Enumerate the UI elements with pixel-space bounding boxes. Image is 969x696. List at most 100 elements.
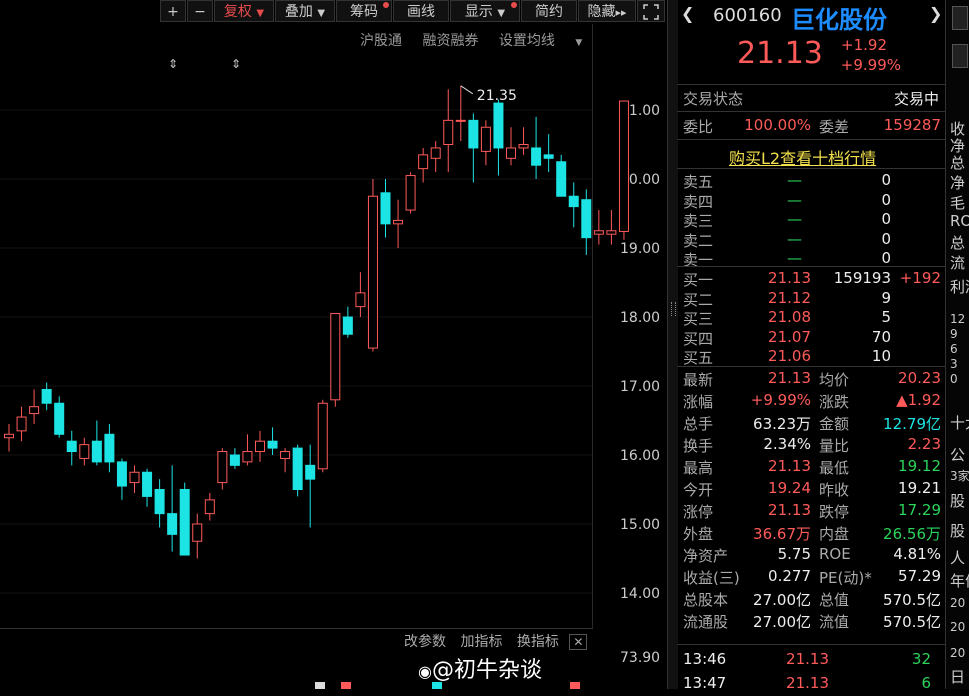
- level-price: 21.06: [768, 347, 811, 365]
- stat-value: 19.24: [768, 479, 811, 497]
- watermark-text: @初牛杂谈: [431, 658, 542, 683]
- stat-value: 2.34%: [763, 435, 811, 453]
- jianyue-button[interactable]: 简约: [521, 0, 577, 22]
- side-button[interactable]: [952, 6, 968, 30]
- weicha-value: 159287: [883, 116, 941, 134]
- stat-value: 26.56万: [883, 525, 941, 543]
- diejia-dropdown[interactable]: 叠加 ▼: [275, 0, 335, 22]
- candle-body: [506, 147, 516, 159]
- candle-body: [393, 219, 404, 225]
- level-price: —: [787, 229, 802, 248]
- stat-row: 涨幅 +9.99% 涨跌 ▲1.92: [677, 391, 945, 413]
- diejia-label: 叠加: [284, 4, 313, 20]
- stat-row: 净资产 5.75 ROE 4.81%: [677, 545, 945, 567]
- tick-volume: 32: [911, 650, 931, 668]
- level-label: 卖三: [683, 212, 714, 230]
- caret-down-icon: ▼: [317, 8, 326, 19]
- volume-bar: [315, 682, 325, 689]
- zoom-out-button[interactable]: −: [187, 0, 213, 22]
- candle-body: [116, 461, 127, 487]
- candle-body: [66, 440, 77, 453]
- candle-body: [380, 192, 391, 225]
- candle-body: [167, 513, 178, 535]
- level-price: —: [787, 249, 802, 267]
- notification-dot-icon: [383, 2, 389, 8]
- stat-value: 63.23万: [753, 415, 811, 433]
- yincang-button[interactable]: 隐藏▸▸: [578, 0, 636, 22]
- candle-body: [104, 433, 115, 463]
- watermark: ◉@初牛杂谈: [418, 652, 542, 684]
- stat-value: ▲1.92: [896, 391, 941, 409]
- tick-time: 13:46: [683, 650, 727, 668]
- change-params-button[interactable]: 改参数: [404, 634, 446, 650]
- stat-label: 最高: [683, 459, 714, 477]
- huaxian-button[interactable]: 画线: [393, 0, 449, 22]
- xianshi-dropdown[interactable]: 显示 ▼: [450, 0, 520, 22]
- stat-value: 570.5亿: [883, 591, 941, 609]
- zoom-in-button[interactable]: +: [160, 0, 186, 22]
- stat-label: 收益(三): [683, 569, 740, 587]
- double-arrow-icon: ▸▸: [615, 6, 627, 19]
- weibi-value: 100.00%: [744, 116, 811, 134]
- candle-body: [405, 175, 416, 211]
- y-tick-label: 16.00: [620, 448, 660, 464]
- prev-stock-icon[interactable]: ❮: [681, 4, 694, 23]
- status-label: 交易状态: [683, 90, 744, 108]
- y-tick-label: 18.00: [620, 310, 660, 326]
- divider: [677, 139, 945, 140]
- tick-price: 21.13: [786, 650, 829, 668]
- y-tick-label: 17.00: [620, 379, 660, 395]
- fuquan-dropdown[interactable]: 复权 ▼: [214, 0, 274, 22]
- kline-chart-area[interactable]: 21.00 20.00 19.00 18.00 17.00 16.00 15.00 14.00…: [0, 24, 667, 689]
- candle-body: [229, 454, 240, 466]
- indicator-bar: 改参数 加指标 换指标 ✕: [404, 631, 588, 651]
- candle-body: [41, 388, 52, 404]
- candle-body: [367, 195, 378, 349]
- candle-body: [4, 433, 14, 439]
- chouma-button[interactable]: 筹码: [336, 0, 392, 22]
- add-indicator-button[interactable]: 加指标: [460, 634, 502, 650]
- side-strip-item: 日: [950, 668, 966, 686]
- candlestick-chart[interactable]: 21.0020.0019.0018.0017.0016.0015.0014.00…: [0, 24, 667, 689]
- level-price: 21.12: [768, 288, 811, 307]
- tick-price: 21.13: [786, 674, 829, 692]
- side-strip-item: RO: [950, 212, 969, 230]
- tick-row: 13:47 21.13 6: [677, 674, 945, 696]
- side-strip-item: 6: [950, 342, 958, 356]
- side-button[interactable]: [952, 44, 968, 68]
- stat-label: 今开: [683, 481, 714, 499]
- stat-value: 570.5亿: [883, 613, 941, 631]
- switch-indicator-button[interactable]: 换指标: [517, 634, 559, 650]
- candle-body: [342, 316, 353, 335]
- stat-value: 20.23: [898, 369, 941, 387]
- last-price: 21.13: [737, 36, 823, 71]
- candle-body: [280, 451, 291, 459]
- candle-body: [305, 464, 316, 480]
- fullscreen-icon[interactable]: [637, 0, 665, 22]
- quote-panel: ❮ 600160 巨化股份 ❯ 21.13 +1.92 +9.99% 交易状态 …: [677, 0, 945, 692]
- stat-label: 最新: [683, 371, 714, 389]
- l2-upgrade-link[interactable]: 购买L2查看十档行情: [729, 145, 876, 169]
- stat-label: 净资产: [683, 547, 729, 565]
- side-strip-item: 20: [950, 596, 966, 610]
- side-strip-item: 人: [950, 549, 966, 567]
- level-price: —: [787, 171, 802, 189]
- level-label: 卖二: [683, 231, 714, 250]
- level-label: 卖五: [683, 173, 714, 191]
- level-volume: 0: [881, 210, 891, 228]
- stat-value: 36.67万: [753, 525, 811, 543]
- stat-label: ROE: [819, 545, 851, 563]
- candle-body: [217, 451, 228, 484]
- high-annotation-line: [460, 85, 474, 95]
- side-strip-item: 总: [950, 234, 966, 252]
- stat-label: 换手: [683, 437, 714, 455]
- stat-label: 涨跌: [819, 393, 850, 411]
- divider: [677, 111, 945, 112]
- candle-body: [267, 440, 278, 449]
- stat-value: 27.00亿: [753, 613, 811, 631]
- close-icon[interactable]: ✕: [569, 634, 588, 650]
- next-stock-icon[interactable]: ❯: [929, 4, 942, 23]
- stat-row: 外盘 36.67万 内盘 26.56万: [677, 523, 945, 545]
- stat-row: 涨停 21.13 跌停 17.29: [677, 501, 945, 523]
- stat-label: 涨停: [683, 503, 714, 521]
